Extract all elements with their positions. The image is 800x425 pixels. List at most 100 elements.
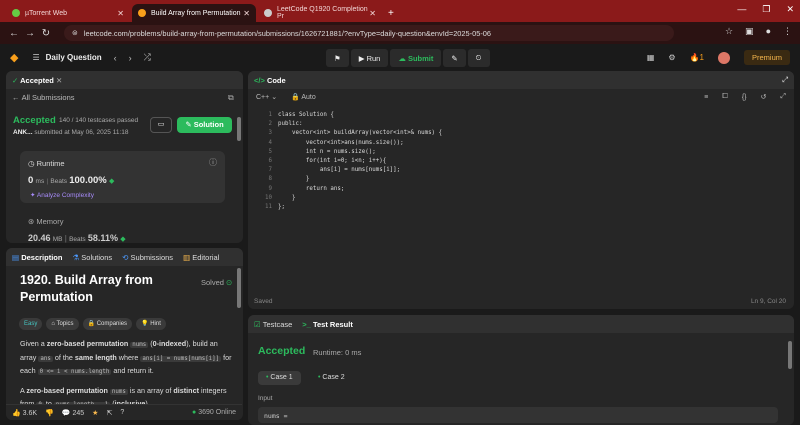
comments-button[interactable]: 💬 245 [62,409,84,417]
streak-counter[interactable]: 🔥1 [690,53,704,62]
bookmark-icon[interactable]: ⧠ [722,93,728,101]
leetcode-logo[interactable]: ◆ [10,51,18,64]
all-submissions-link[interactable]: ← All Submissions [12,93,75,102]
close-icon[interactable]: ✕ [369,9,376,18]
tab-code[interactable]: </> Code [254,76,286,85]
close-window-icon[interactable]: ✕ [786,4,794,15]
case-tab-1[interactable]: • Case 1 [258,371,301,385]
result-runtime: Runtime: 0 ms [313,348,362,357]
submission-meta: ANK... submitted at May 06, 2025 11:18 [13,129,129,136]
share-icon[interactable]: ⧉ [228,93,234,103]
like-button[interactable]: 👍 3.6K [12,409,37,417]
url-text: leetcode.com/problems/build-array-from-p… [83,28,492,38]
prev-icon[interactable]: ‹ [114,53,117,63]
language-select[interactable]: C++ ⌄ [256,93,277,101]
close-icon[interactable]: ✕ [117,9,124,18]
username[interactable]: ANK... [13,129,33,136]
editorial-button[interactable]: ▭ [150,117,172,133]
site-info-icon[interactable]: ⊜ [72,29,78,37]
scrollbar[interactable] [237,268,241,308]
save-status: Saved [254,298,273,305]
browser-tab[interactable]: LeetCode Q1920 Completion Pr ✕ [258,4,382,22]
submit-button[interactable]: ☁ Submit [390,49,442,67]
settings-icon[interactable]: ⚙ [668,53,675,62]
bulb-icon: 💡 [141,321,149,327]
browser-tab[interactable]: µTorrent Web ✕ [6,4,130,22]
accepted-status: Accepted [13,115,56,126]
hint-tag[interactable]: 💡 Hint [136,318,166,330]
minimize-icon[interactable]: — [737,4,746,15]
url-field[interactable]: ⊜ leetcode.com/problems/build-array-from… [64,25,674,41]
info-icon[interactable]: ⓘ [209,157,217,168]
maximize-icon[interactable]: ❐ [762,4,770,15]
run-button[interactable]: ▶ Run [350,49,389,67]
utorrent-icon [12,9,20,17]
difficulty-tag[interactable]: Easy [19,318,43,330]
new-tab-button[interactable]: + [388,8,394,19]
notes-icon[interactable]: ✎ [443,49,466,67]
document-icon: ▤ [12,252,20,262]
result-status: Accepted [258,345,306,357]
code-panel: </> Code ⤢ C++ ⌄ 🔒 Auto ≡ ⧠ {} ↺ ⤢ 1 clas… [248,71,794,309]
code-line: public: [278,121,303,128]
case-tab-2[interactable]: • Case 2 [310,371,353,385]
profile-icon[interactable]: ● [766,26,771,37]
menu-icon[interactable]: ⋮ [783,26,792,37]
badge-icon: ◆ [120,236,126,243]
forward-icon[interactable]: → [22,28,38,39]
reset-icon[interactable]: ↺ [761,93,767,101]
scrollbar[interactable] [237,117,241,141]
avatar[interactable] [717,51,730,64]
close-icon[interactable]: ✕ [56,76,62,85]
browser-tab-active[interactable]: Build Array from Permutation ✕ [132,4,256,22]
problem-list-icon[interactable]: ☰ [32,53,39,62]
tab-testcase[interactable]: ☑ Testcase [254,320,292,329]
tab-test-result[interactable]: >_ Test Result [302,320,353,329]
globe-icon [264,9,272,17]
code-line: return ans; [278,185,345,192]
tab-accepted[interactable]: ✓ Accepted ✕ [12,76,62,85]
debug-button[interactable]: ⚑ [326,49,349,67]
solution-button[interactable]: ✎ Solution [177,117,232,133]
tab-title: µTorrent Web [25,9,68,17]
code-line: } [278,176,310,183]
problem-title[interactable]: 1920. Build Array from Permutation [20,272,180,306]
braces-icon[interactable]: {} [742,94,747,101]
submission-panel: ✓ Accepted ✕ ← All Submissions ⧉ Accepte… [6,71,243,243]
tab-submissions[interactable]: ⟲ Submissions [122,253,173,262]
fullscreen-icon[interactable]: ⤢ [780,93,786,101]
topics-tag[interactable]: ⌂ Topics [46,318,79,330]
premium-button[interactable]: Premium [743,50,790,65]
scrollbar[interactable] [788,341,792,369]
help-icon[interactable]: ? [120,409,124,416]
maximize-icon[interactable]: ⤢ [782,75,788,85]
favorite-star-icon[interactable]: ★ [92,409,98,417]
input-label: Input [258,395,273,402]
back-icon[interactable]: ← [6,28,22,39]
next-icon[interactable]: › [129,53,132,63]
analyze-complexity-link[interactable]: ✦ Analyze Complexity [30,191,94,199]
tab-description[interactable]: ▤ Description [12,253,62,262]
reload-icon[interactable]: ↻ [38,28,54,39]
terminal-icon: >_ [302,319,311,329]
timer-icon[interactable]: ⏲ [467,49,490,67]
tab-solutions[interactable]: ⚗ Solutions [72,253,112,262]
tab-editorial[interactable]: ▥ Editorial [183,253,219,262]
memory-icon: ⊛ [28,217,35,226]
dislike-icon[interactable]: 👎 [45,409,54,417]
layout-icon[interactable]: ▦ [647,53,655,62]
shuffle-icon[interactable]: ⤮ [144,52,151,63]
auto-mode[interactable]: 🔒 Auto [291,93,316,101]
code-line: int n = nums.size(); [278,148,376,155]
star-icon[interactable]: ☆ [725,26,733,37]
runtime-card[interactable]: ◷ Runtime ⓘ 0 ms | Beats 100.00% ◆ ✦ Ana… [20,151,225,203]
close-icon[interactable]: ✕ [243,9,250,18]
companies-tag[interactable]: 🔒 Companies [82,318,133,330]
share-icon[interactable]: ⇱ [106,409,112,417]
leetcode-icon [138,9,146,17]
address-bar: ← → ↻ ⊜ leetcode.com/problems/build-arra… [0,22,800,44]
extension-icon[interactable]: ▣ [745,26,754,37]
format-icon[interactable]: ≡ [704,94,708,101]
input-value: nums = [258,407,778,423]
daily-question-title[interactable]: Daily Question [46,53,102,62]
